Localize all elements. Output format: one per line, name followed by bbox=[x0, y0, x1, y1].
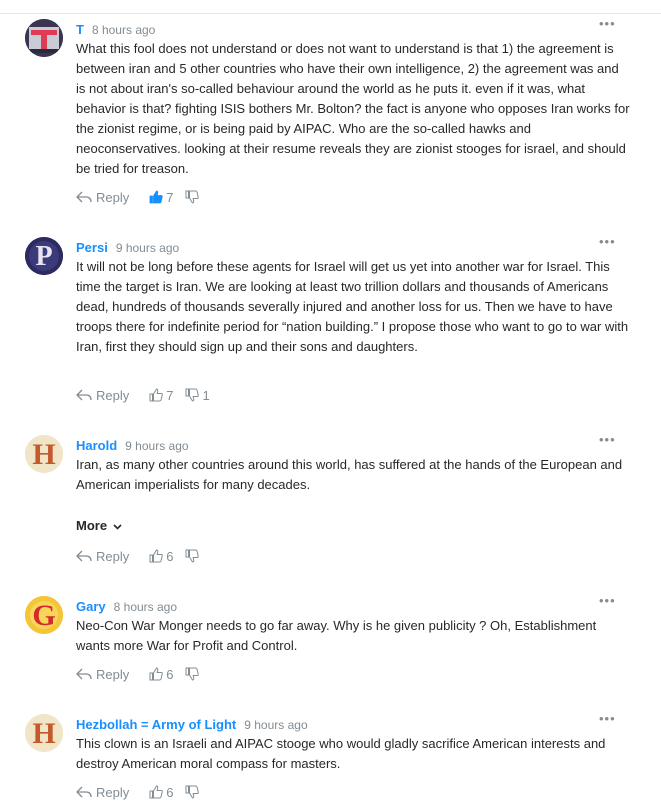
upvote-button[interactable]: 6 bbox=[149, 667, 173, 682]
comment-text: What this fool does not understand or do… bbox=[76, 41, 630, 176]
svg-text:H: H bbox=[32, 438, 55, 471]
reply-button[interactable]: Reply bbox=[76, 667, 129, 682]
upvote-button[interactable]: 6 bbox=[149, 549, 173, 564]
comment-text: Neo-Con War Monger needs to go far away.… bbox=[76, 618, 597, 653]
svg-text:P: P bbox=[35, 241, 52, 272]
reply-label: Reply bbox=[96, 666, 130, 682]
reply-label: Reply bbox=[96, 784, 130, 800]
more-options-icon[interactable]: ••• bbox=[599, 17, 616, 30]
chevron-down-icon bbox=[113, 524, 122, 530]
reply-icon bbox=[76, 191, 92, 203]
reply-icon bbox=[76, 550, 92, 562]
avatar[interactable]: G bbox=[25, 596, 63, 634]
g-letter-avatar-icon: G bbox=[25, 596, 63, 634]
reply-label: Reply bbox=[96, 387, 130, 403]
svg-text:H: H bbox=[32, 717, 55, 750]
reply-icon bbox=[76, 668, 92, 680]
more-button[interactable]: More bbox=[76, 518, 122, 533]
comment-time: 9 hours ago bbox=[115, 241, 180, 255]
more-options-icon[interactable]: ••• bbox=[599, 235, 616, 248]
thumbs-up-icon bbox=[149, 388, 164, 402]
upvote-button[interactable]: 7 bbox=[149, 388, 173, 403]
reply-icon bbox=[76, 786, 92, 798]
author-name[interactable]: Hezbollah = Army of Light bbox=[76, 717, 236, 732]
svg-text:G: G bbox=[32, 599, 55, 632]
thumbs-down-icon bbox=[185, 190, 200, 204]
comment-text: Iran, as many other countries around thi… bbox=[76, 457, 623, 492]
avatar[interactable]: P bbox=[25, 237, 63, 275]
author-name[interactable]: Persi bbox=[76, 240, 108, 255]
upvote-button[interactable]: 7 bbox=[149, 190, 173, 205]
thumbs-up-icon bbox=[149, 785, 164, 799]
reply-label: Reply bbox=[96, 189, 130, 205]
avatar[interactable]: H bbox=[25, 714, 63, 752]
thumbs-up-icon bbox=[149, 190, 163, 204]
upvote-count: 6 bbox=[166, 784, 174, 800]
thumbs-down-icon bbox=[185, 388, 200, 402]
reply-button[interactable]: Reply bbox=[76, 388, 129, 403]
comment-text: This clown is an Israeli and AIPAC stoog… bbox=[76, 736, 606, 771]
comment-text: It will not be long before these agents … bbox=[76, 259, 629, 354]
t-letter-avatar-icon bbox=[25, 19, 63, 57]
comment-time: 9 hours ago bbox=[125, 439, 189, 453]
reply-button[interactable]: Reply bbox=[76, 549, 129, 564]
author-name[interactable]: T bbox=[76, 22, 84, 37]
thumbs-down-icon bbox=[185, 667, 200, 681]
author-name[interactable]: Gary bbox=[76, 599, 106, 614]
downvote-button[interactable] bbox=[185, 785, 202, 799]
comment-time: 9 hours ago bbox=[244, 718, 308, 732]
p-letter-avatar-icon: P bbox=[25, 237, 63, 275]
reply-button[interactable]: Reply bbox=[76, 190, 129, 205]
h-letter-avatar-icon: H bbox=[25, 435, 63, 473]
thumbs-down-icon bbox=[185, 549, 200, 563]
upvote-button[interactable]: 6 bbox=[149, 785, 173, 800]
upvote-count: 7 bbox=[166, 189, 174, 205]
more-options-icon[interactable]: ••• bbox=[599, 712, 616, 725]
thumbs-up-icon bbox=[149, 549, 164, 563]
reply-label: Reply bbox=[96, 548, 130, 564]
thumbs-down-icon bbox=[185, 785, 200, 799]
upvote-count: 7 bbox=[166, 387, 174, 403]
thumbs-up-icon bbox=[149, 667, 164, 681]
more-label: More bbox=[76, 518, 108, 533]
more-options-icon[interactable]: ••• bbox=[599, 594, 616, 607]
downvote-count: 1 bbox=[202, 387, 210, 403]
comment-time: 8 hours ago bbox=[91, 23, 156, 37]
author-name[interactable]: Harold bbox=[76, 438, 117, 453]
reply-icon bbox=[76, 389, 92, 401]
more-options-icon[interactable]: ••• bbox=[599, 433, 616, 446]
upvote-count: 6 bbox=[166, 666, 174, 682]
downvote-button[interactable] bbox=[185, 190, 202, 204]
downvote-button[interactable]: 1 bbox=[185, 387, 210, 403]
avatar[interactable]: H bbox=[25, 435, 63, 473]
downvote-button[interactable] bbox=[185, 667, 202, 681]
reply-button[interactable]: Reply bbox=[76, 785, 129, 800]
h-letter-avatar-icon: H bbox=[25, 714, 63, 752]
upvote-count: 6 bbox=[166, 548, 174, 564]
comment-time: 8 hours ago bbox=[113, 600, 178, 614]
avatar[interactable] bbox=[25, 19, 63, 57]
divider bbox=[0, 13, 661, 14]
downvote-button[interactable] bbox=[185, 549, 202, 563]
